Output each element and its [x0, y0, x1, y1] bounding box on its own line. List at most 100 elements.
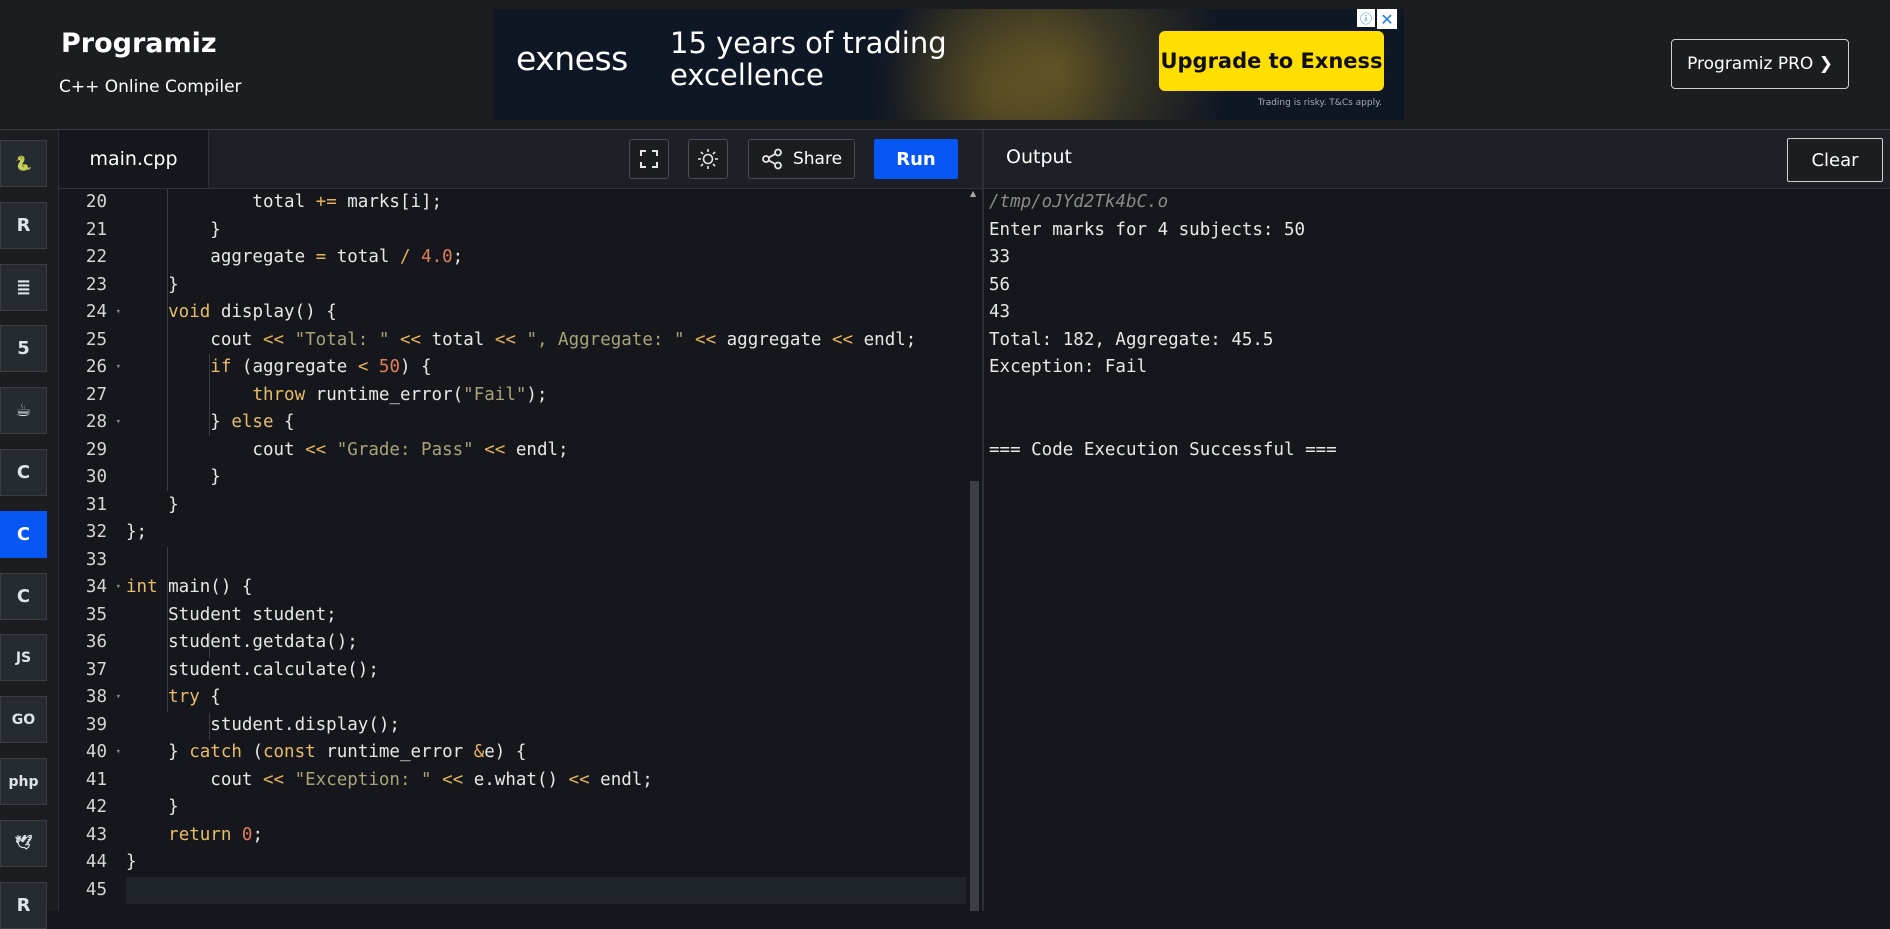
language-c-button[interactable]: C — [0, 449, 47, 496]
fold-arrow-icon[interactable]: ▾ — [116, 574, 121, 602]
line-number: 45 — [85, 879, 107, 900]
scroll-up-arrow[interactable]: ▲ — [970, 189, 976, 198]
code-token: return — [168, 824, 232, 845]
code-line[interactable]: if (aggregate < 50) { — [126, 354, 966, 382]
indent-guide — [167, 189, 168, 491]
fold-arrow-icon[interactable]: ▾ — [116, 684, 121, 712]
language-swift-button[interactable]: 🕊 — [0, 819, 47, 867]
language-go-button[interactable]: GO — [0, 696, 47, 744]
code-editor[interactable]: 20 21 22 23 24 ▾ 25 26 ▾ 27 28 ▾ 29 30 31 32 33 34 ▾ 35 36 37… — [59, 189, 982, 911]
programiz-logo[interactable]: Programiz — [61, 28, 217, 59]
code-token: "Total: " — [294, 329, 390, 350]
code-token: aggregate — [716, 329, 833, 350]
ad-cta-button[interactable]: Upgrade to Exness — [1159, 31, 1384, 91]
code-line[interactable]: }; — [126, 519, 966, 547]
language-php-button[interactable]: php — [0, 758, 47, 805]
language-sql-button[interactable]: ≣ — [0, 263, 47, 311]
code-line[interactable]: } — [126, 272, 966, 300]
language-java-button[interactable]: ☕ — [0, 387, 47, 435]
code-line[interactable] — [126, 547, 966, 575]
ad-info-icon[interactable]: ⓘ — [1357, 9, 1375, 27]
fullscreen-button[interactable] — [629, 139, 669, 179]
code-line[interactable] — [126, 876, 966, 904]
code-token: total — [126, 192, 316, 212]
file-tab[interactable]: main.cpp — [59, 130, 209, 188]
code-line[interactable]: try { — [126, 684, 966, 712]
code-token: }; — [126, 522, 148, 542]
js-icon: JS — [15, 649, 32, 666]
code-line[interactable]: cout << "Grade: Pass" << endl; — [126, 437, 966, 465]
code-line[interactable]: aggregate = total / 4.0; — [126, 244, 966, 272]
code-line[interactable]: student.display(); — [126, 712, 966, 740]
code-line[interactable]: student.getdata(); — [126, 629, 966, 657]
fold-arrow-icon[interactable]: ▾ — [116, 299, 121, 327]
code-token: marks[i]; — [336, 192, 443, 212]
theme-toggle-button[interactable] — [688, 139, 728, 179]
editor-scrollbar-thumb[interactable] — [970, 481, 979, 911]
line-number: 28 ▾ — [59, 409, 121, 437]
code-area[interactable]: total += marks[i]; } aggregate = total /… — [126, 189, 966, 904]
fold-arrow-icon[interactable]: ▾ — [116, 739, 121, 767]
code-line[interactable]: } else { — [126, 409, 966, 437]
code-line[interactable]: } — [126, 492, 966, 520]
programiz-pro-button[interactable]: Programiz PRO ❯ — [1671, 39, 1849, 89]
language-html-button[interactable]: 5 — [0, 325, 47, 373]
language-r-button[interactable]: R — [0, 201, 47, 249]
line-number: 24 ▾ — [59, 299, 121, 327]
fold-arrow-icon[interactable]: ▾ — [116, 354, 121, 382]
language-c-button[interactable]: C — [0, 572, 47, 620]
line-number: 44 — [85, 852, 107, 872]
share-button[interactable]: Share — [748, 139, 855, 179]
code-line[interactable]: total += marks[i]; — [126, 189, 966, 217]
code-token: } — [126, 412, 232, 432]
code-token: << — [262, 769, 285, 790]
database-icon: ≣ — [15, 276, 32, 298]
code-line[interactable]: void display() { — [126, 299, 966, 327]
fold-arrow-icon[interactable]: ▾ — [116, 409, 121, 437]
code-token: << — [305, 439, 327, 460]
language-python-button[interactable]: 🐍 — [0, 140, 47, 187]
code-line[interactable]: } catch (const runtime_error &e) { — [126, 739, 966, 767]
ad-close-icon[interactable]: ✕ — [1377, 9, 1397, 29]
code-line[interactable]: cout << "Exception: " << e.what() << end… — [126, 767, 966, 795]
ad-disclaimer: Trading is risky. T&Cs apply. — [1257, 98, 1382, 108]
compiler-title: C++ Online Compiler — [59, 77, 242, 97]
code-line[interactable]: student.calculate(); — [126, 657, 966, 685]
code-token: endl; — [505, 439, 569, 460]
indent-guide — [209, 354, 210, 436]
java-icon: ☕ — [15, 400, 32, 422]
code-line[interactable]: } — [126, 217, 966, 245]
code-token: / — [399, 247, 411, 267]
ad-logo: exness — [516, 39, 628, 78]
python-icon: 🐍 — [14, 155, 33, 172]
line-number: 26 ▾ — [59, 354, 121, 382]
swift-icon: 🕊 — [14, 835, 33, 852]
code-token: endl; — [853, 329, 917, 350]
code-line[interactable]: } — [126, 464, 966, 492]
code-token: << — [494, 329, 516, 350]
advertisement-banner[interactable]: exness 15 years of trading excellence Up… — [494, 9, 1404, 120]
line-number: 31 — [85, 494, 107, 515]
run-button[interactable]: Run — [874, 139, 958, 179]
code-line[interactable]: } — [126, 794, 966, 822]
code-line[interactable]: int main() { — [126, 574, 966, 602]
code-token: const — [262, 742, 316, 762]
code-line[interactable]: Student student; — [126, 602, 966, 630]
code-token: << — [484, 439, 506, 460]
code-line[interactable]: return 0; — [126, 822, 966, 850]
code-line[interactable]: cout << "Total: " << total << ", Aggrega… — [126, 327, 966, 355]
share-icon — [762, 148, 782, 170]
code-token: total — [421, 329, 495, 350]
line-number: 27 — [85, 384, 107, 405]
code-line[interactable]: } — [126, 849, 966, 877]
clear-button[interactable]: Clear — [1787, 138, 1883, 182]
code-line[interactable]: throw runtime_error("Fail"); — [126, 382, 966, 410]
line-number: 29 — [85, 439, 107, 460]
language-rust-button[interactable]: R — [0, 881, 47, 929]
language-c-button[interactable]: C — [0, 510, 47, 558]
line-number: 32 — [85, 522, 107, 542]
language-javascript-button[interactable]: JS — [0, 634, 47, 682]
